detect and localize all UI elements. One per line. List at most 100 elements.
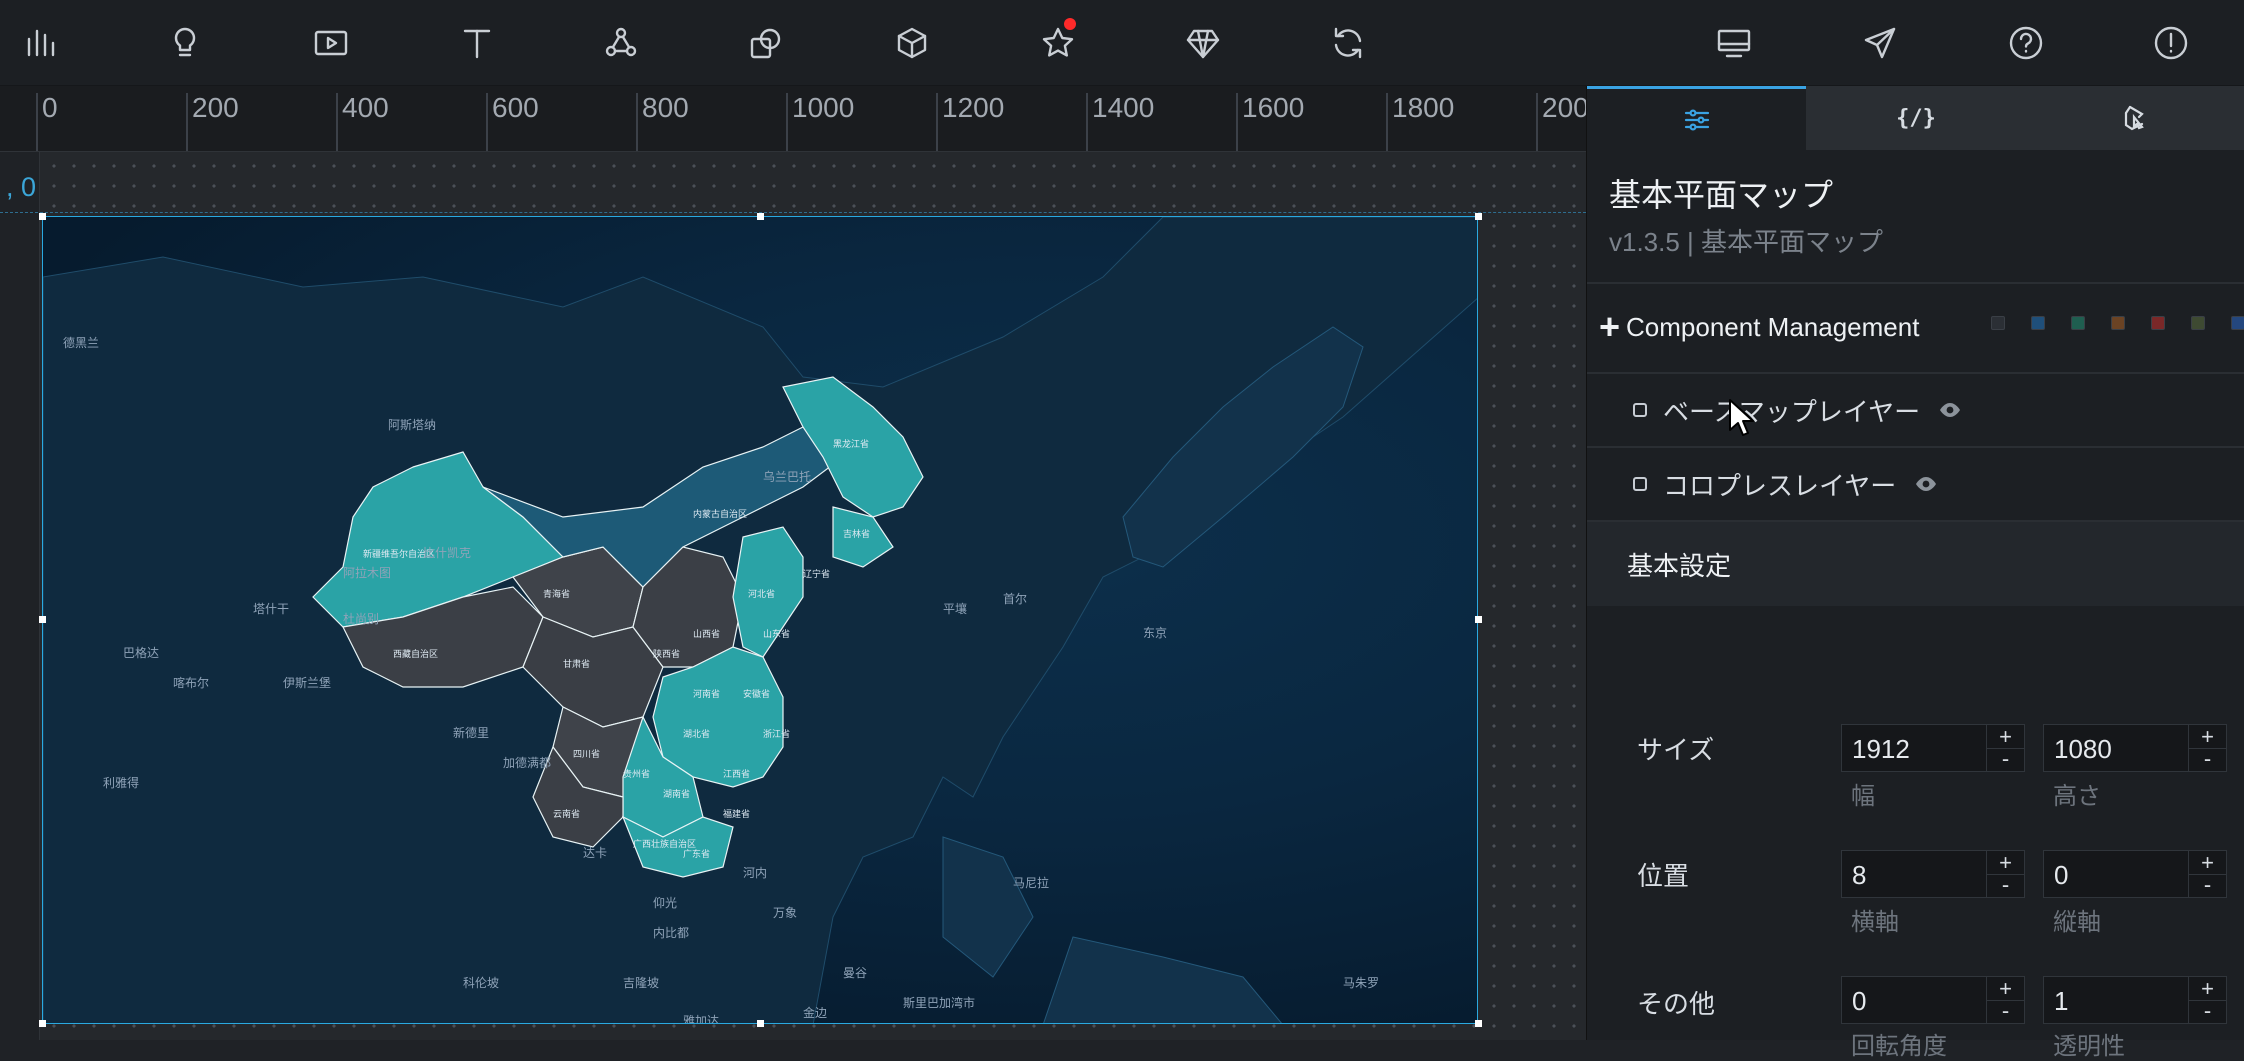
color-swatch[interactable] (2231, 316, 2244, 330)
city-label: 巴格达 (123, 645, 159, 660)
color-swatch[interactable] (2151, 316, 2165, 330)
province-label: 河南省 (693, 688, 720, 699)
height-input[interactable]: 1080 + - (2043, 724, 2227, 772)
province-label: 湖南省 (663, 788, 690, 799)
color-swatch[interactable] (2031, 316, 2045, 330)
resize-handle[interactable] (39, 213, 46, 220)
diamond-icon[interactable] (1173, 13, 1233, 73)
monitor-icon[interactable] (1704, 13, 1764, 73)
decrement-button[interactable]: - (1986, 998, 2024, 1023)
send-icon[interactable] (1850, 13, 1910, 73)
resize-handle[interactable] (1475, 1020, 1482, 1027)
city-label: 伊斯兰堡 (283, 675, 331, 690)
resize-handle[interactable] (757, 213, 764, 220)
province-label: 甘肃省 (563, 658, 590, 669)
tab-interaction[interactable] (2026, 86, 2244, 150)
code-icon: {/} (1896, 105, 1936, 131)
city-label: 新德里 (453, 725, 489, 740)
city-label: 塔什干 (253, 602, 289, 616)
layer-row[interactable]: コロプレスレイヤー (1587, 448, 2244, 522)
cube-icon[interactable] (882, 13, 942, 73)
help-icon[interactable] (1996, 13, 2056, 73)
decrement-button[interactable]: - (1986, 872, 2024, 897)
top-toolbar (0, 0, 2244, 86)
decrement-button[interactable]: - (2188, 998, 2226, 1023)
resize-handle[interactable] (757, 1020, 764, 1027)
city-label: 杜尚别 (343, 611, 379, 626)
lightbulb-icon[interactable] (155, 13, 215, 73)
resize-handle[interactable] (1475, 616, 1482, 623)
color-swatch[interactable] (2071, 316, 2085, 330)
component-version: v1.3.5 | 基本平面マップ (1609, 227, 1884, 257)
tab-settings[interactable] (1587, 86, 1807, 150)
resize-handle[interactable] (39, 616, 46, 623)
city-label: 喀布尔 (173, 675, 209, 690)
network-icon[interactable] (591, 13, 651, 73)
other-label: その他 (1637, 989, 1716, 1019)
shapes-icon[interactable] (736, 13, 796, 73)
tab-code[interactable]: {/} (1806, 86, 2025, 150)
layer-name: ベースマップレイヤー (1663, 396, 1921, 427)
decrement-button[interactable]: - (1986, 746, 2024, 771)
city-label: 吉隆坡 (623, 975, 659, 990)
layer-checkbox[interactable] (1633, 403, 1647, 417)
city-label: 内比都 (653, 926, 689, 940)
component-management-label: Component Management (1626, 311, 1920, 342)
text-icon[interactable] (447, 13, 507, 73)
resize-handle[interactable] (39, 1020, 46, 1027)
ruler-label: 400 (342, 92, 389, 123)
province-label: 湖北省 (683, 728, 710, 739)
alert-icon[interactable] (2141, 13, 2201, 73)
sliders-icon (1684, 108, 1709, 131)
cursor-click-icon (2125, 105, 2145, 131)
resize-handle[interactable] (1475, 213, 1482, 220)
guide-line (0, 212, 1586, 213)
decrement-button[interactable]: - (2188, 872, 2226, 897)
size-label: サイズ (1637, 735, 1715, 765)
city-label: 马尼拉 (1013, 875, 1049, 890)
horizontal-ruler: 0 200 400 600 800 1000 1200 1400 1600 18… (0, 86, 1586, 152)
province-label: 黑龙江省 (833, 438, 869, 449)
refresh-icon[interactable] (1318, 13, 1378, 73)
ruler-label: 600 (492, 92, 539, 123)
decrement-button[interactable]: - (2188, 746, 2226, 771)
city-label: 达卡 (583, 846, 607, 860)
province-label: 福建省 (723, 808, 750, 819)
opacity-caption: 透明性 (2053, 1033, 2125, 1060)
layer-checkbox[interactable] (1633, 477, 1647, 491)
bar-chart-icon[interactable] (11, 13, 71, 73)
eye-icon[interactable] (1938, 398, 1962, 422)
china-map-component[interactable]: 新疆维吾尔自治区 西藏自治区 青海省 甘肃省 四川省 内蒙古自治区 黑龙江省 吉… (42, 216, 1478, 1024)
ruler-origin-label: , 0 (6, 172, 37, 202)
city-label: 科伦坡 (463, 975, 499, 990)
color-swatch[interactable] (2111, 316, 2125, 330)
star-icon[interactable] (1028, 13, 1088, 73)
opacity-input[interactable]: 1 + - (2043, 976, 2227, 1024)
color-swatch[interactable] (1991, 316, 2005, 330)
city-label: 首尔 (1003, 591, 1027, 606)
y-input[interactable]: 0 + - (2043, 850, 2227, 898)
ruler-label: 1000 (792, 92, 855, 123)
x-value: 8 (1852, 860, 1867, 890)
city-label: 河内 (743, 866, 767, 880)
rotation-input[interactable]: 0 + - (1841, 976, 2025, 1024)
width-input[interactable]: 1912 + - (1841, 724, 2025, 772)
editor-canvas[interactable]: 0 200 400 600 800 1000 1200 1400 1600 18… (0, 86, 1586, 1040)
city-label: 斯里巴加湾市 (903, 995, 975, 1010)
layer-row[interactable]: ベースマップレイヤー (1587, 374, 2244, 448)
eye-icon[interactable] (1914, 472, 1938, 496)
media-play-icon[interactable] (301, 13, 361, 73)
add-component-button[interactable]: + (1599, 306, 1620, 348)
x-input[interactable]: 8 + - (1841, 850, 2025, 898)
province-label: 辽宁省 (803, 568, 830, 579)
ruler-label: 1200 (942, 92, 1005, 123)
component-title: 基本平面マップ (1609, 177, 1834, 213)
color-swatch[interactable] (2191, 316, 2205, 330)
width-value: 1912 (1852, 734, 1910, 764)
basic-settings-section[interactable]: 基本設定 (1587, 522, 2244, 606)
ruler-label: 1600 (1242, 92, 1305, 123)
width-caption: 幅 (1851, 783, 1875, 810)
rotation-caption: 回転角度 (1851, 1033, 1947, 1060)
ruler-label: 0 (42, 92, 58, 123)
properties-panel: {/} 基本平面マップ v1.3.5 | 基本平面マップ + Component… (1586, 86, 2244, 1060)
